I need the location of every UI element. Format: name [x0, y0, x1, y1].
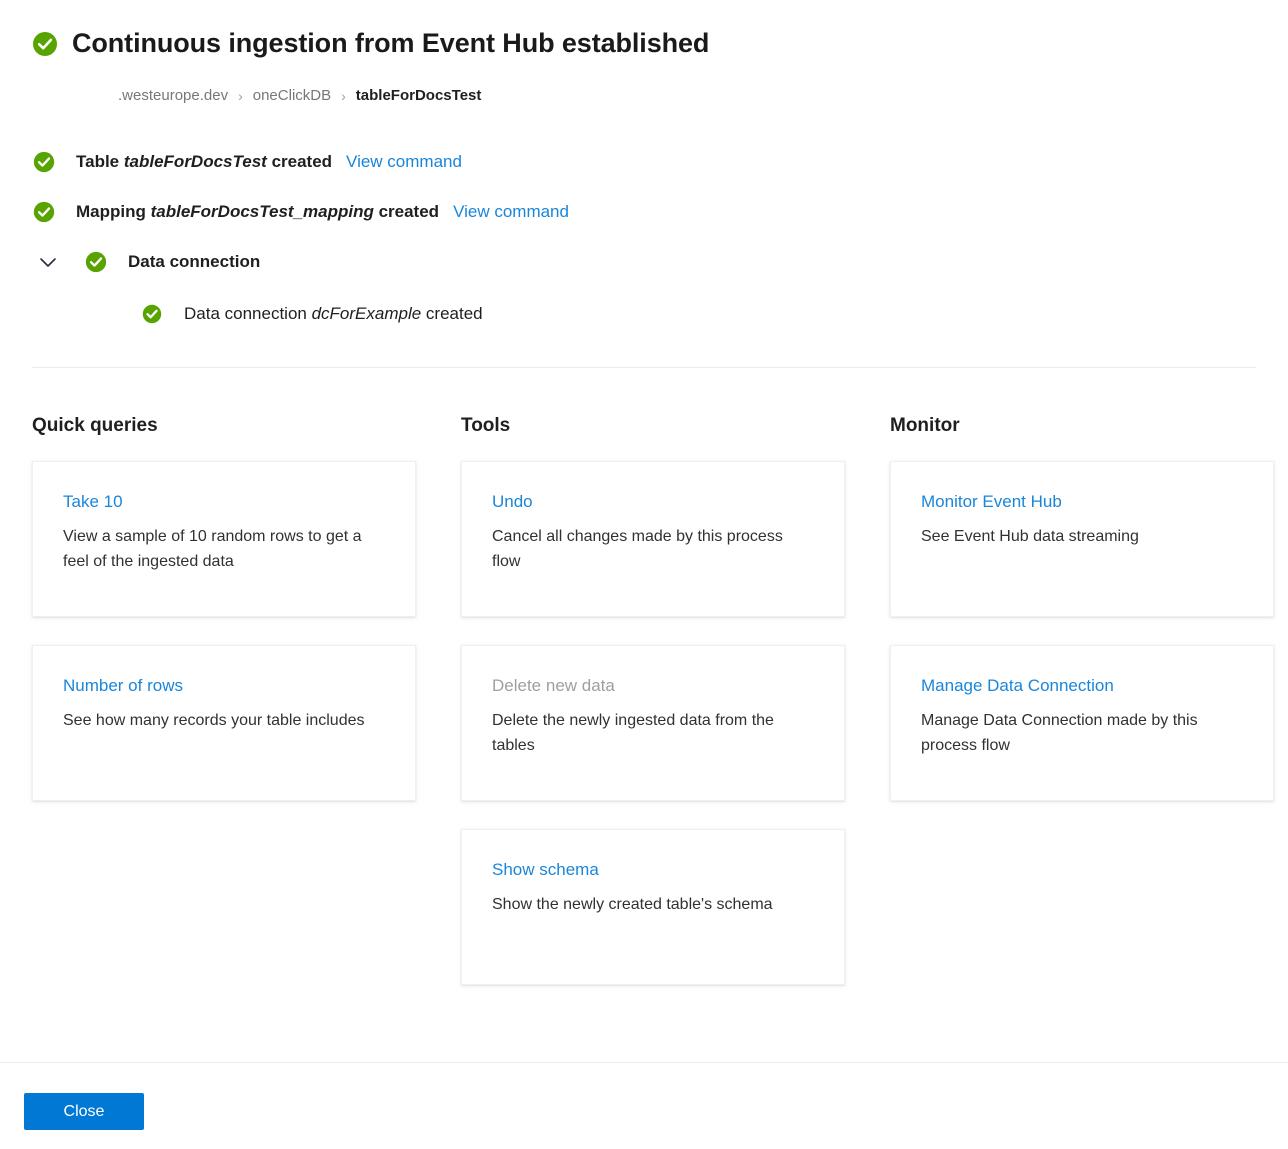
success-check-icon — [32, 201, 56, 223]
card-description-manage-data-connection: Manage Data Connection made by this proc… — [921, 712, 1198, 754]
dialog-header: Continuous ingestion from Event Hub esta… — [0, 0, 1288, 106]
view-command-link-mapping[interactable]: View command — [453, 200, 569, 224]
column-title-monitor: Monitor — [890, 415, 960, 436]
breadcrumb: .westeurope.dev › oneClickDB › tableForD… — [32, 86, 1256, 106]
view-command-link-table[interactable]: View command — [346, 150, 462, 174]
status-text-data-connection-created: Data connection dcForExample created — [184, 302, 483, 326]
status-emphasis: tableForDocsTest — [123, 152, 267, 171]
column-title-quick-queries: Quick queries — [32, 415, 158, 436]
title-row: Continuous ingestion from Event Hub esta… — [32, 24, 1256, 64]
status-row-data-connection-created: Data connection dcForExample created — [32, 296, 1256, 332]
card-link-number-of-rows[interactable]: Number of rows — [63, 674, 385, 698]
status-text-table: Table tableForDocsTest created — [76, 150, 332, 174]
status-row-table: Table tableForDocsTest created View comm… — [32, 144, 1256, 180]
status-suffix: created — [266, 152, 333, 171]
card-link-show-schema[interactable]: Show schema — [492, 858, 814, 882]
card-link-monitor-event-hub[interactable]: Monitor Event Hub — [921, 490, 1243, 514]
card-description-take-10: View a sample of 10 random rows to get a… — [63, 528, 362, 570]
success-check-icon — [32, 151, 56, 173]
card-description-undo: Cancel all changes made by this process … — [492, 528, 783, 570]
section-divider — [32, 367, 1256, 368]
card-link-delete-new-data: Delete new data — [492, 676, 615, 695]
status-suffix: created — [373, 202, 440, 221]
card-description-monitor-event-hub: See Event Hub data streaming — [921, 528, 1139, 545]
column-tools: Tools Undo Cancel all changes made by th… — [461, 413, 845, 1013]
card-undo[interactable]: Undo Cancel all changes made by this pro… — [461, 461, 845, 617]
column-title-tools: Tools — [461, 415, 511, 436]
breadcrumb-item-table: tableForDocsTest — [355, 87, 482, 104]
page-title: Continuous ingestion from Event Hub esta… — [72, 28, 710, 59]
status-row-mapping: Mapping tableForDocsTest_mapping created… — [32, 194, 1256, 230]
status-suffix: created — [421, 304, 483, 323]
chevron-right-icon: › — [341, 88, 346, 104]
success-check-icon — [84, 251, 108, 273]
status-emphasis: dcForExample — [311, 304, 422, 323]
action-columns: Quick queries Take 10 View a sample of 1… — [0, 413, 1288, 1013]
status-list: Table tableForDocsTest created View comm… — [0, 144, 1288, 332]
success-check-icon — [140, 304, 164, 324]
card-number-of-rows[interactable]: Number of rows See how many records your… — [32, 645, 416, 801]
card-delete-new-data: Delete new data Delete the newly ingeste… — [461, 645, 845, 801]
column-monitor: Monitor Monitor Event Hub See Event Hub … — [890, 413, 1274, 829]
card-take-10[interactable]: Take 10 View a sample of 10 random rows … — [32, 461, 416, 617]
card-link-undo[interactable]: Undo — [492, 490, 814, 514]
status-prefix: Mapping — [76, 202, 151, 221]
card-description-show-schema: Show the newly created table's schema — [492, 896, 773, 913]
breadcrumb-item-cluster[interactable]: .westeurope.dev — [118, 86, 228, 106]
card-description-number-of-rows: See how many records your table includes — [63, 712, 365, 729]
chevron-right-icon: › — [238, 88, 243, 104]
column-quick-queries: Quick queries Take 10 View a sample of 1… — [32, 413, 416, 829]
status-prefix: Data connection — [184, 304, 312, 323]
card-monitor-event-hub[interactable]: Monitor Event Hub See Event Hub data str… — [890, 461, 1274, 617]
card-manage-data-connection[interactable]: Manage Data Connection Manage Data Conne… — [890, 645, 1274, 801]
card-description-delete-new-data: Delete the newly ingested data from the … — [492, 712, 774, 754]
breadcrumb-item-database[interactable]: oneClickDB — [253, 86, 331, 106]
chevron-down-icon[interactable] — [32, 246, 64, 278]
status-text-mapping: Mapping tableForDocsTest_mapping created — [76, 200, 439, 224]
status-prefix: Table — [76, 152, 124, 171]
status-emphasis: tableForDocsTest_mapping — [150, 202, 374, 221]
close-button[interactable]: Close — [24, 1093, 144, 1130]
status-text-data-connection-group: Data connection — [128, 252, 261, 271]
dialog-footer: Close — [0, 1062, 1288, 1149]
card-link-manage-data-connection[interactable]: Manage Data Connection — [921, 674, 1243, 698]
card-show-schema[interactable]: Show schema Show the newly created table… — [461, 829, 845, 985]
success-check-icon — [32, 31, 58, 57]
status-row-data-connection-group[interactable]: Data connection — [32, 244, 1256, 280]
card-link-take-10[interactable]: Take 10 — [63, 490, 385, 514]
